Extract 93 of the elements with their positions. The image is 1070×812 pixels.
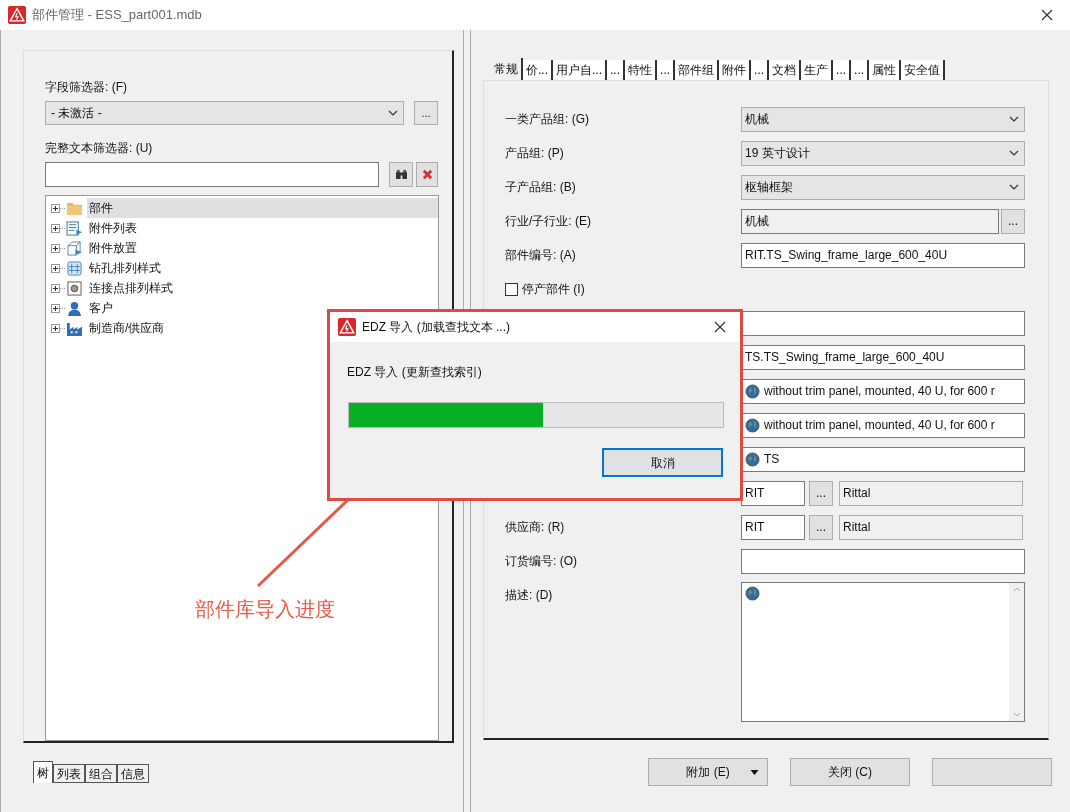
dropdown[interactable]: 枢轴框架	[741, 174, 1025, 200]
dialog-title: EDZ 导入 (加载查找文本 ...)	[362, 319, 510, 336]
box-icon	[66, 240, 83, 256]
text-field[interactable]	[741, 548, 1025, 574]
tab[interactable]: 安全值	[901, 60, 946, 80]
tab[interactable]: 信息	[117, 764, 149, 783]
close-icon	[714, 321, 726, 333]
text-field[interactable]: without trim panel, mounted, 40 U, for 600 r	[741, 378, 1025, 404]
checkbox-label: 停产部件 (I)	[522, 281, 585, 298]
chevron-down-icon	[1009, 114, 1019, 124]
more-button[interactable]: ...	[809, 514, 833, 540]
dialog-button[interactable]: 附加 (E)	[648, 758, 768, 786]
tab[interactable]: ...	[833, 60, 852, 80]
tab[interactable]: ...	[851, 60, 870, 80]
tab[interactable]: 列表	[53, 764, 85, 783]
window-title: 部件管理 - ESS_part001.mdb	[32, 6, 202, 25]
text-field[interactable]: RIT.TS_Swing_frame_large_600_40U	[741, 242, 1025, 268]
search-button[interactable]	[389, 162, 413, 187]
text-filter-input[interactable]	[45, 162, 379, 187]
globe-icon	[745, 383, 760, 399]
expand-icon[interactable]	[51, 303, 60, 313]
expand-icon[interactable]	[51, 263, 60, 273]
tab[interactable]: ...	[751, 60, 770, 80]
field-label: 子产品组: (B)	[505, 179, 576, 196]
expand-icon[interactable]	[51, 323, 60, 333]
app-logo-icon	[8, 6, 26, 24]
tab[interactable]: ...	[607, 60, 626, 80]
tab[interactable]: 树	[33, 761, 53, 783]
text-field[interactable]	[741, 310, 1025, 336]
progress-message: EDZ 导入 (更新查找索引)	[347, 364, 483, 380]
annotation-text: 部件库导入进度	[195, 597, 335, 622]
clear-icon	[421, 169, 433, 180]
expand-icon[interactable]	[51, 223, 60, 233]
tree-item[interactable]: 连接点排列样式	[87, 278, 173, 298]
caret-icon	[750, 769, 759, 775]
text-field[interactable]: without trim panel, mounted, 40 U, for 600 r	[741, 412, 1025, 438]
tab[interactable]: 常规	[491, 58, 523, 80]
tab[interactable]: 组合	[85, 764, 117, 783]
field-label: 一类产品组: (G)	[505, 111, 589, 128]
text-field[interactable]: TS	[741, 446, 1025, 472]
tab[interactable]: 特性	[625, 60, 658, 80]
person-icon	[66, 300, 83, 316]
tab[interactable]: 附件	[719, 60, 752, 80]
tab[interactable]: 用户自...	[553, 60, 608, 80]
tab[interactable]: 文档	[769, 60, 802, 80]
grid-icon	[66, 260, 83, 276]
field-label: 产品组: (P)	[505, 145, 564, 162]
tab[interactable]: 属性	[869, 60, 902, 80]
globe-icon	[745, 451, 760, 467]
tree-item[interactable]: 钻孔排列样式	[87, 258, 161, 278]
tab[interactable]: ...	[657, 60, 676, 80]
globe-icon	[745, 586, 760, 601]
cancel-button[interactable]: 取消	[602, 448, 723, 477]
checkbox[interactable]	[505, 282, 518, 296]
more-button[interactable]: ...	[414, 101, 438, 125]
clear-button[interactable]	[416, 162, 438, 187]
field-label: 供应商: (R)	[505, 519, 565, 536]
expand-icon[interactable]	[51, 203, 60, 213]
more-button[interactable]: ...	[1001, 208, 1025, 234]
list-icon	[66, 220, 83, 236]
tree-item[interactable]: 制造商/供应商	[87, 318, 165, 338]
close-icon	[1041, 9, 1053, 21]
chevron-down-icon	[1009, 148, 1019, 158]
text-field[interactable]: TS.TS_Swing_frame_large_600_40U	[741, 344, 1025, 370]
globe-icon	[745, 417, 760, 433]
tab[interactable]: 价...	[523, 60, 553, 80]
tree-item[interactable]: 附件列表	[87, 218, 137, 238]
more-button[interactable]: ...	[809, 480, 833, 506]
tab[interactable]: 生产	[801, 60, 834, 80]
tree-item[interactable]: 部件	[87, 198, 438, 218]
factory-icon	[66, 320, 83, 336]
expand-icon[interactable]	[51, 283, 60, 293]
expand-icon[interactable]	[51, 243, 60, 253]
dialog-button[interactable]: 关闭 (C)	[790, 758, 910, 786]
field-label: 描述: (D)	[505, 587, 553, 604]
text-field[interactable]: RIT	[741, 480, 805, 506]
tree-item[interactable]: 客户	[87, 298, 113, 318]
folder-icon	[66, 200, 83, 216]
dropdown[interactable]: 机械	[741, 106, 1025, 132]
field-label: 完整文本筛选器: (U)	[45, 140, 154, 157]
field-label: 部件编号: (A)	[505, 247, 576, 264]
text-field[interactable]: RIT	[741, 514, 805, 540]
app-logo-icon	[338, 318, 356, 336]
tree-item[interactable]: 附件放置	[87, 238, 137, 258]
filter-dropdown[interactable]: - 未激活 -	[45, 101, 404, 125]
field-label: 字段筛选器: (F)	[45, 79, 128, 96]
field-label: 行业/子行业: (E)	[505, 213, 591, 230]
binoculars-icon	[394, 169, 408, 180]
tab[interactable]: 部件组	[675, 60, 720, 80]
field-label: 订货编号: (O)	[505, 553, 577, 570]
dropdown[interactable]: 19 英寸设计	[741, 140, 1025, 166]
chevron-down-icon	[388, 108, 398, 118]
chevron-down-icon	[1009, 182, 1019, 192]
